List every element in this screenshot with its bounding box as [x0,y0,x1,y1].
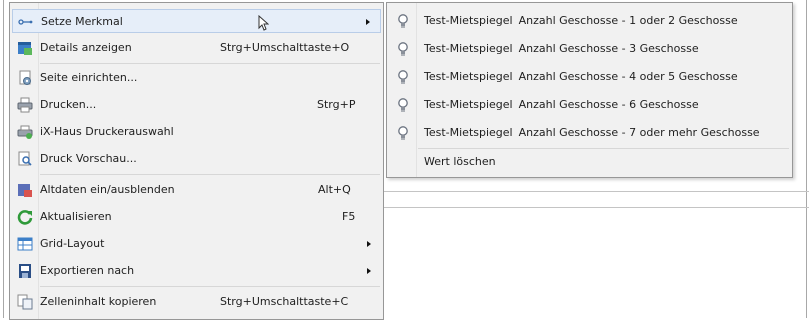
menu-item-grid-layout[interactable]: Grid-Layout [12,232,381,256]
menu-item-drucken[interactable]: Drucken... Strg+P [12,93,381,117]
menu-separator [40,63,380,64]
grid-line [380,191,809,192]
submenu-item-value: Anzahl Geschosse - 7 oder mehr Geschosse [518,126,760,139]
submenu-item-wert-loeschen[interactable]: Wert löschen [389,149,790,175]
submenu-arrow-icon [366,19,370,25]
menu-item-label: Seite einrichten... [40,71,138,84]
page-setup-icon [17,70,33,86]
bulb-icon [395,125,411,141]
menu-item-label: Exportieren nach [40,264,135,277]
menu-separator [40,286,380,287]
menu-item-zelleninhalt-kopieren[interactable]: Zelleninhalt kopieren Strg+Umschalttaste… [12,290,381,314]
menu-item-label: Grid-Layout [40,237,105,250]
set-feature-icon [18,14,34,30]
submenu-item-group: Test-Mietspiegel [424,14,513,27]
bulb-icon [395,97,411,113]
copy-cell-icon [17,294,33,310]
menu-item-aktualisieren[interactable]: Aktualisieren F5 [12,205,381,229]
submenu-setze-merkmal: Test-Mietspiegel Anzahl Geschosse - 1 ode… [386,2,793,178]
bulb-icon [395,69,411,85]
menu-item-label: Druck Vorschau... [40,152,137,165]
grid-line [806,0,807,318]
grid-layout-icon [17,236,33,252]
submenu-item-group: Test-Mietspiegel [424,42,513,55]
menu-item-label: Zelleninhalt kopieren [40,295,157,308]
mouse-cursor-icon [258,15,269,31]
submenu-item-label: Wert löschen [424,155,496,168]
submenu-item-value: Anzahl Geschosse - 1 oder 2 Geschosse [518,14,738,27]
export-icon [17,263,33,279]
menu-item-exportieren-nach[interactable]: Exportieren nach [12,259,381,283]
submenu-item-value: Anzahl Geschosse - 6 Geschosse [518,98,699,111]
menu-item-details-anzeigen[interactable]: Details anzeigen Strg+Umschalttaste+O [12,36,381,60]
submenu-item-4-5-geschosse[interactable]: Test-Mietspiegel Anzahl Geschosse - 4 ode… [389,64,790,90]
toggle-old-data-icon [17,182,33,198]
menu-separator [40,174,380,175]
menu-item-shortcut: Alt+Q [318,183,351,196]
menu-item-seite-einrichten[interactable]: Seite einrichten... [12,66,381,90]
grid-line [3,0,4,318]
submenu-item-3-geschosse[interactable]: Test-Mietspiegel Anzahl Geschosse - 3 Ges… [389,36,790,62]
submenu-item-1-2-geschosse[interactable]: Test-Mietspiegel Anzahl Geschosse - 1 ode… [389,8,790,34]
menu-item-druckerauswahl[interactable]: iX-Haus Druckerauswahl [12,120,381,144]
submenu-item-value: Anzahl Geschosse - 4 oder 5 Geschosse [518,70,738,83]
menu-item-setze-merkmal[interactable]: Setze Merkmal [12,9,381,33]
printer-select-icon [17,124,33,140]
print-preview-icon [17,151,33,167]
submenu-item-7-mehr-geschosse[interactable]: Test-Mietspiegel Anzahl Geschosse - 7 ode… [389,120,790,146]
menu-item-label: iX-Haus Druckerauswahl [40,125,174,138]
print-icon [17,97,33,113]
menu-item-label: Setze Merkmal [41,15,123,28]
submenu-item-group: Test-Mietspiegel [424,70,513,83]
submenu-item-group: Test-Mietspiegel [424,126,513,139]
menu-item-label: Aktualisieren [40,210,112,223]
submenu-item-group: Test-Mietspiegel [424,98,513,111]
context-menu: Setze Merkmal Details anzeigen Strg+Umsc… [9,2,384,320]
menu-item-shortcut: Strg+P [317,98,356,111]
menu-item-shortcut: Strg+Umschalttaste+C [220,295,349,308]
submenu-item-value: Anzahl Geschosse - 3 Geschosse [518,42,699,55]
grid-line [380,207,809,208]
bulb-icon [395,41,411,57]
menu-item-label: Altdaten ein/ausblenden [40,183,175,196]
menu-item-label: Details anzeigen [40,41,132,54]
bulb-icon [395,13,411,29]
submenu-arrow-icon [367,268,371,274]
submenu-arrow-icon [367,241,371,247]
menu-item-druck-vorschau[interactable]: Druck Vorschau... [12,147,381,171]
refresh-icon [17,209,33,225]
menu-item-altdaten[interactable]: Altdaten ein/ausblenden Alt+Q [12,178,381,202]
menu-item-shortcut: F5 [342,210,356,223]
menu-item-label: Drucken... [40,98,97,111]
menu-item-shortcut: Strg+Umschalttaste+O [220,41,350,54]
details-icon [17,40,33,56]
submenu-item-6-geschosse[interactable]: Test-Mietspiegel Anzahl Geschosse - 6 Ges… [389,92,790,118]
